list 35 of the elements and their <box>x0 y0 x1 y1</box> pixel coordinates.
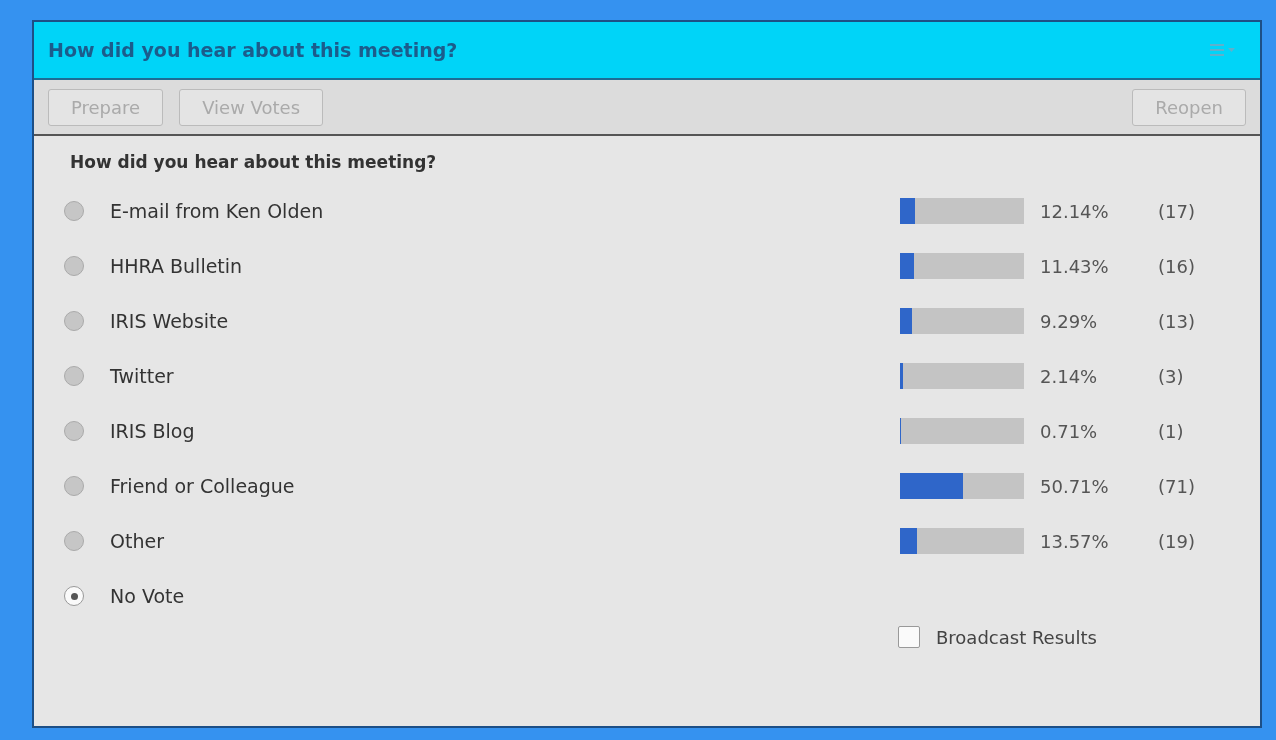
radio-button[interactable] <box>64 201 84 221</box>
option-label: IRIS Website <box>110 308 230 334</box>
percent-text: 12.14% <box>1040 199 1110 224</box>
percent-text: 2.14% <box>1040 364 1099 389</box>
vote-count: (19) <box>1158 529 1195 554</box>
vote-count: (13) <box>1158 309 1195 334</box>
checkbox[interactable] <box>898 626 920 648</box>
option-label: E-mail from Ken Olden <box>110 198 325 224</box>
option-label: IRIS Blog <box>110 418 196 444</box>
percent-text: 50.71% <box>1040 474 1110 499</box>
radio-button[interactable] <box>64 421 84 441</box>
radio-button[interactable] <box>64 476 84 496</box>
question-text: How did you hear about this meeting? <box>69 151 438 174</box>
radio-button[interactable] <box>64 256 84 276</box>
percent-text: 0.71% <box>1040 419 1099 444</box>
vote-count: (16) <box>1158 254 1195 279</box>
vote-count: (17) <box>1158 199 1195 224</box>
percent-text: 11.43% <box>1040 254 1110 279</box>
vote-count: (1) <box>1158 419 1184 444</box>
menu-icon[interactable] <box>1210 43 1236 57</box>
radio-button[interactable] <box>64 586 84 606</box>
vote-count: (71) <box>1158 474 1195 499</box>
radio-button[interactable] <box>64 366 84 386</box>
option-label: Friend or Colleague <box>110 473 296 499</box>
option-label: No Vote <box>110 583 186 609</box>
option-label: Twitter <box>110 363 175 389</box>
window-title: How did you hear about this meeting? <box>48 37 458 63</box>
vote-count: (3) <box>1158 364 1184 389</box>
radio-button[interactable] <box>64 311 84 331</box>
radio-button[interactable] <box>64 531 84 551</box>
percent-text: 13.57% <box>1040 529 1110 554</box>
option-label: HHRA Bulletin <box>110 253 244 279</box>
option-label: Other <box>110 528 165 554</box>
percent-text: 9.29% <box>1040 309 1099 334</box>
checkbox-label: Broadcast Results <box>936 625 1097 650</box>
